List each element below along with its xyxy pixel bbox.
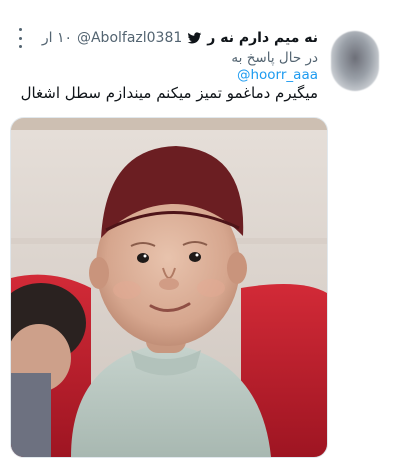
- more-dot: [18, 36, 22, 40]
- reply-label: در حال پاسخ به: [231, 50, 318, 66]
- photo-illustration: [11, 118, 327, 457]
- display-name[interactable]: نه میم دارم نه ر: [207, 30, 318, 46]
- tweet-card: نه میم دارم نه ر @Abolfazl0381 ۱۰ ار در …: [0, 0, 400, 470]
- tweet-text: میگیرم دماغمو تمیز میکنم میندازم سطل اشغ…: [20, 84, 318, 102]
- tweet-header: نه میم دارم نه ر @Abolfazl0381 ۱۰ ار: [42, 30, 318, 46]
- bird-icon: [187, 31, 202, 43]
- handle[interactable]: @Abolfazl0381: [77, 30, 182, 46]
- tweet-image[interactable]: [10, 117, 328, 458]
- more-dot: [18, 45, 22, 48]
- more-options-icon[interactable]: [17, 28, 23, 48]
- reply-mention-link[interactable]: @hoorr_aaa: [237, 67, 318, 83]
- avatar[interactable]: [331, 31, 379, 91]
- timestamp[interactable]: ۱۰ ار: [42, 30, 72, 46]
- more-dot: [18, 28, 22, 31]
